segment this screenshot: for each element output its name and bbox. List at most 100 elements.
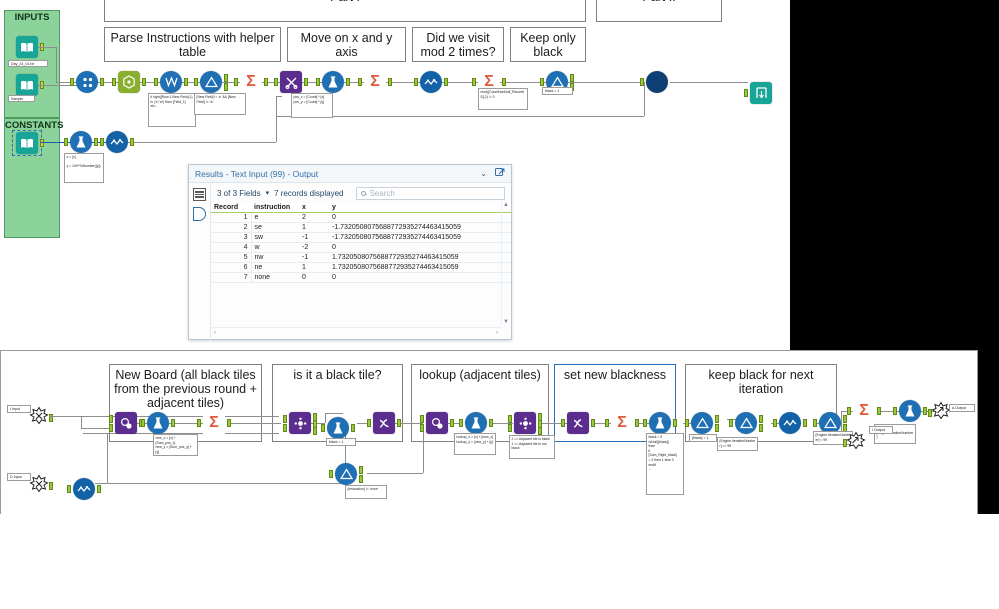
container-parse-instructions[interactable]: Parse Instructions with helper table — [104, 27, 281, 62]
input-port[interactable] — [234, 78, 238, 86]
results-panel[interactable]: Results - Text Input (99) - Output ⌄ 3 o… — [188, 164, 512, 340]
output-port[interactable] — [227, 419, 231, 427]
input-port[interactable] — [316, 78, 320, 86]
input-port[interactable] — [561, 419, 565, 427]
workflow-canvas-bottom[interactable]: New Board (all black tiles from the prev… — [0, 350, 978, 515]
tool-filter-black-2[interactable] — [685, 412, 719, 434]
container-part-2[interactable]: Part II — [596, 0, 722, 22]
tool-summarize-new-board[interactable]: Σ — [197, 412, 231, 434]
output-port-true[interactable] — [843, 415, 847, 423]
container-visit-mod[interactable]: Did we visit mod 2 times? — [412, 27, 504, 62]
tool-multi-row-formula[interactable] — [112, 71, 146, 93]
tool-filter-black-tile[interactable] — [321, 417, 355, 439]
tool-output-data[interactable] — [744, 82, 772, 104]
output-port-right[interactable] — [313, 427, 317, 435]
tool-text-to-columns[interactable] — [274, 71, 308, 93]
input-port[interactable] — [100, 138, 104, 146]
input-port[interactable] — [154, 78, 158, 86]
container-part-1[interactable]: Part I — [104, 0, 586, 22]
tool-unique-black-tile[interactable] — [367, 412, 401, 434]
tool-select-d-input[interactable] — [67, 478, 101, 500]
tool-record-id[interactable] — [70, 71, 104, 93]
table-row[interactable]: 2 se 1 -1.732050807568877293527446341505… — [211, 222, 511, 233]
table-row[interactable]: 5 nw -1 1.732050807568877293527446341505… — [211, 252, 511, 263]
data-view-icon[interactable] — [193, 207, 206, 221]
output-port[interactable] — [635, 419, 639, 427]
output-port-right[interactable] — [538, 427, 542, 435]
output-port[interactable] — [351, 424, 355, 432]
tool-filter-iter-le[interactable] — [729, 412, 763, 434]
scroll-left-arrow[interactable]: ‹ — [214, 330, 216, 336]
table-row[interactable]: 7 none 0 0 — [211, 272, 511, 283]
output-port[interactable] — [388, 78, 392, 86]
output-port[interactable] — [142, 78, 146, 86]
output-port[interactable] — [803, 419, 807, 427]
tool-formula-new-xy[interactable] — [141, 412, 175, 434]
tool-summarize-output[interactable]: Σ — [847, 400, 881, 422]
output-port-false[interactable] — [715, 424, 719, 432]
output-port[interactable] — [346, 78, 350, 86]
table-row[interactable]: 6 ne 1 1.7320508075688772935274463415059 — [211, 262, 511, 273]
output-port[interactable] — [877, 407, 881, 415]
table-row[interactable]: 1 e 2 0 — [211, 212, 511, 223]
tool-join-new-board[interactable] — [109, 412, 143, 434]
output-port-false[interactable] — [224, 83, 228, 91]
output-port[interactable] — [923, 407, 927, 415]
tool-filter[interactable] — [194, 71, 228, 93]
tool-summarize-blackness[interactable]: Σ — [605, 412, 639, 434]
input-port[interactable] — [605, 419, 609, 427]
input-port[interactable] — [459, 419, 463, 427]
column-header-record[interactable]: Record — [211, 203, 251, 213]
output-port[interactable] — [130, 138, 134, 146]
tool-select[interactable] — [414, 71, 448, 93]
input-port[interactable] — [893, 407, 897, 415]
tool-macro-input-d[interactable] — [29, 474, 53, 494]
output-port[interactable] — [49, 482, 53, 490]
tool-join-lookup[interactable] — [508, 412, 542, 435]
tool-append-lookup[interactable] — [420, 412, 454, 434]
input-port-left[interactable] — [420, 415, 424, 423]
input-port[interactable] — [744, 89, 748, 97]
input-port[interactable] — [685, 419, 689, 427]
input-port-right[interactable] — [508, 424, 512, 432]
input-port[interactable] — [928, 409, 932, 417]
input-port-left[interactable] — [508, 415, 512, 423]
output-port[interactable] — [450, 419, 454, 427]
tool-macro-output-a[interactable] — [928, 401, 951, 421]
tool-formula-blackness[interactable] — [643, 412, 677, 434]
tool-macro-input-i[interactable] — [29, 406, 53, 426]
tool-macro-output-i[interactable] — [843, 431, 866, 451]
table-row[interactable]: 3 sw -1 -1.73205080756887729352744634150… — [211, 232, 511, 243]
scroll-right-arrow[interactable]: › — [496, 330, 498, 336]
input-port[interactable] — [67, 485, 71, 493]
input-port-left[interactable] — [109, 415, 113, 423]
output-port-true[interactable] — [359, 466, 363, 474]
output-port-true[interactable] — [715, 415, 719, 423]
input-port[interactable] — [843, 439, 847, 447]
output-port[interactable] — [489, 419, 493, 427]
input-port[interactable] — [540, 78, 544, 86]
input-port[interactable] — [847, 407, 851, 415]
chevron-down-icon[interactable]: ▾ — [266, 189, 270, 197]
input-port[interactable] — [813, 419, 817, 427]
column-header-y[interactable]: y — [329, 203, 511, 213]
container-move-axis[interactable]: Move on x and y axis — [287, 27, 406, 62]
tool-summarize-2[interactable]: Σ — [358, 71, 392, 93]
chevron-down-icon[interactable]: ⌄ — [480, 169, 487, 178]
workflow-canvas-top[interactable]: Part I Part II Parse Instructions with h… — [0, 0, 790, 350]
column-header-instruction[interactable]: instruction — [251, 203, 299, 213]
output-port-true[interactable] — [759, 415, 763, 423]
tool-browse[interactable] — [640, 71, 668, 93]
vertical-scrollbar[interactable]: ▲ ▼ — [501, 202, 510, 325]
results-table[interactable]: Record instruction x y 1 e 2 0 2 se 1 -1… — [211, 203, 511, 283]
output-port-false[interactable] — [759, 424, 763, 432]
output-port-true[interactable] — [570, 74, 574, 82]
tool-join-black-tile[interactable] — [283, 412, 317, 435]
input-port[interactable] — [472, 78, 476, 86]
tool-multi-row-formula-2[interactable] — [154, 71, 188, 93]
tool-summarize[interactable]: Σ — [234, 71, 268, 93]
input-port[interactable] — [643, 419, 647, 427]
output-port[interactable] — [97, 485, 101, 493]
output-port-true[interactable] — [224, 74, 228, 82]
tool-input-constants[interactable] — [16, 132, 44, 154]
